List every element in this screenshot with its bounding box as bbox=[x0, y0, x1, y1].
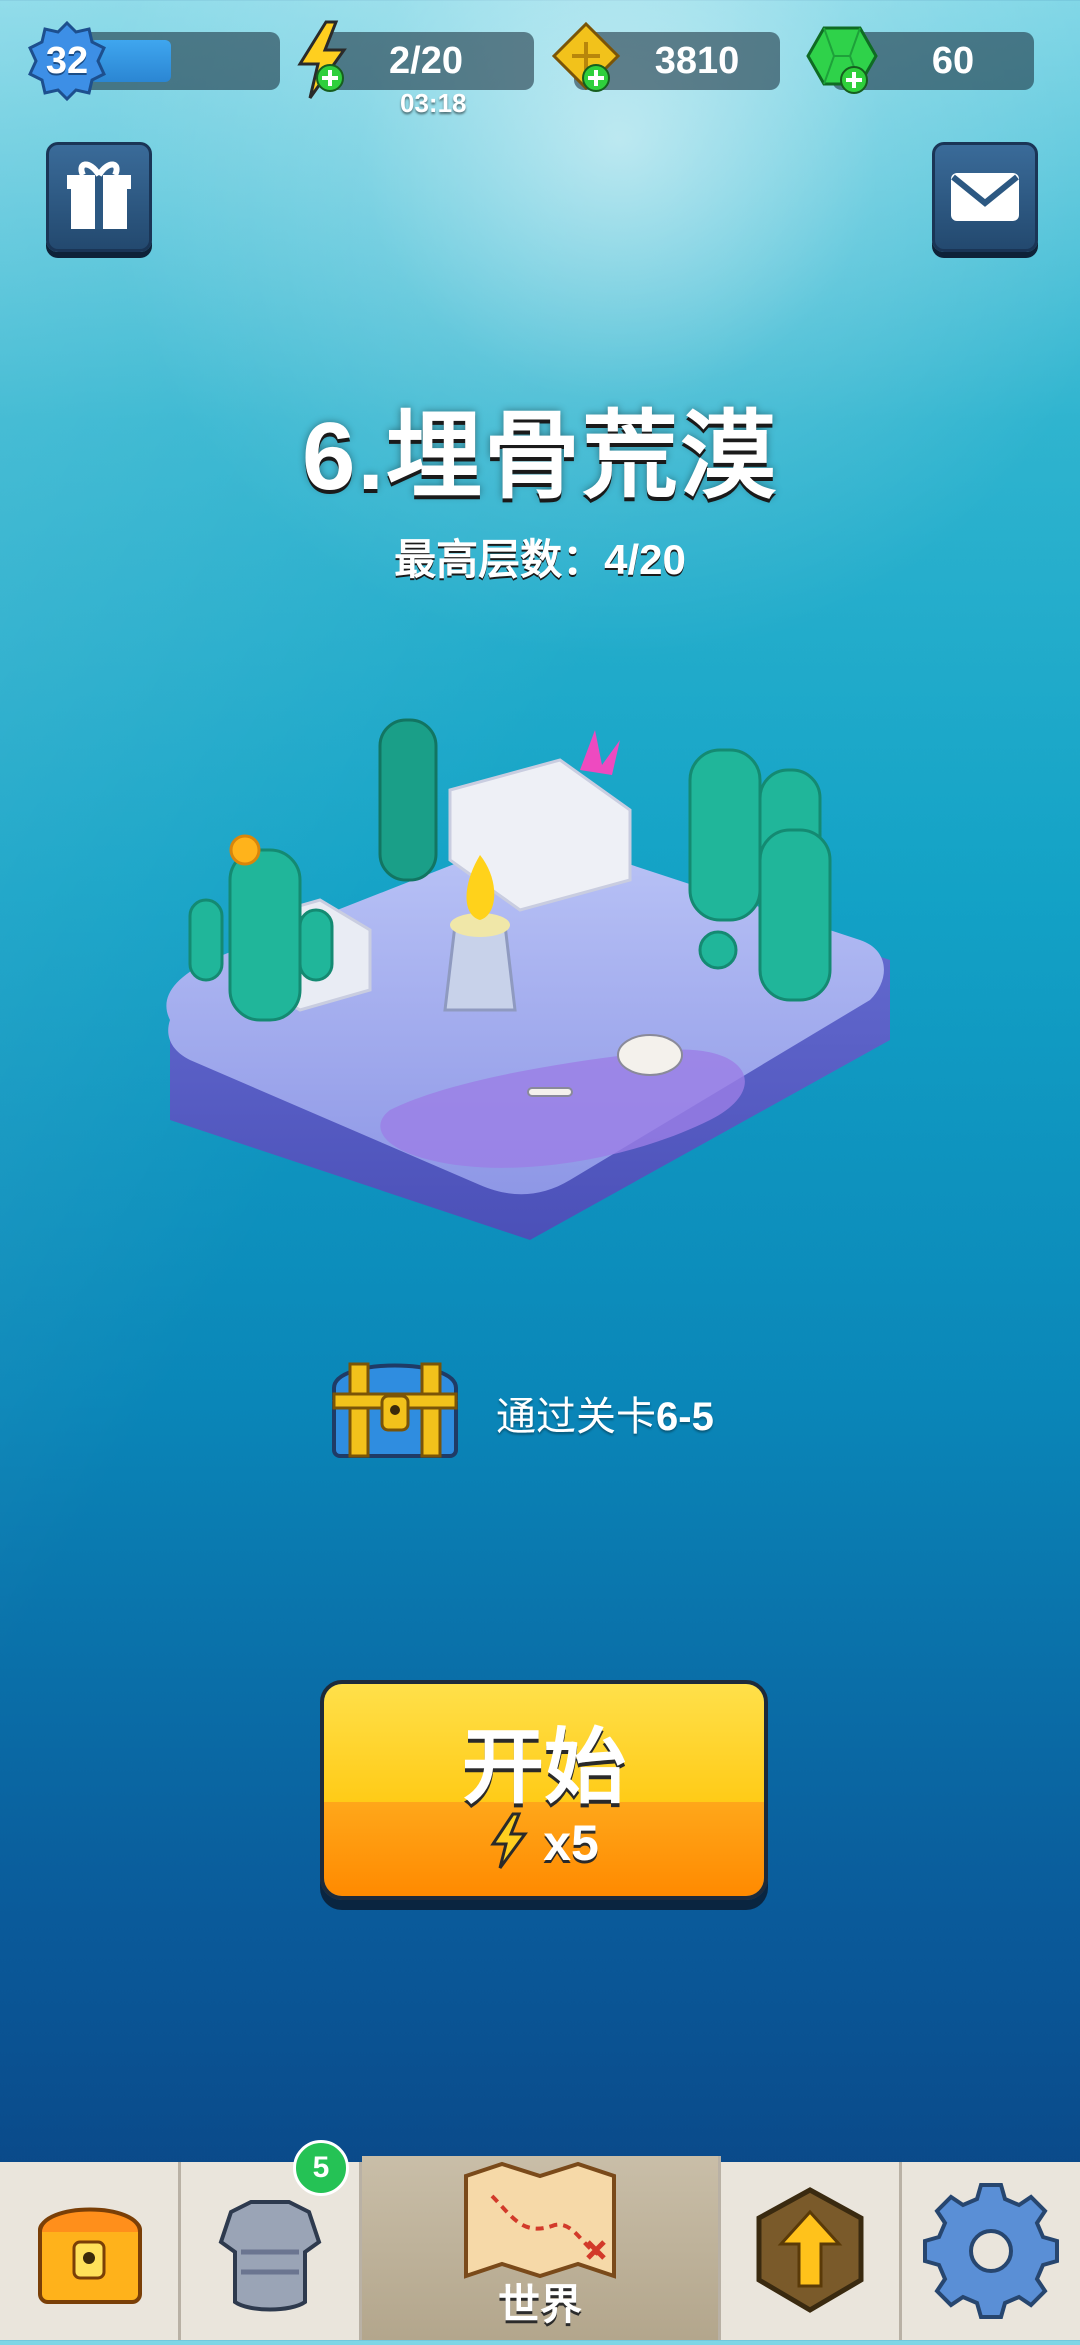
nav-world-label: 世界 bbox=[497, 2281, 582, 2328]
treasure-chest-icon bbox=[332, 1362, 458, 1458]
start-cost-value: x5 bbox=[543, 1815, 599, 1871]
reward-prefix: 通过关卡 bbox=[496, 1395, 656, 1439]
cactus-back bbox=[378, 718, 438, 882]
chest-icon bbox=[38, 2207, 142, 2304]
start-label: 开始 bbox=[461, 1722, 626, 1813]
start-cost: x5 bbox=[324, 1812, 764, 1872]
nav-talent[interactable] bbox=[721, 2162, 902, 2340]
stage-reward[interactable]: 通过关卡6-5 bbox=[320, 1338, 780, 1478]
nav-world[interactable]: 世界 bbox=[362, 2156, 721, 2340]
map-icon bbox=[464, 2161, 616, 2279]
top-hud: 32 2/20 03:18 3810 60 bbox=[0, 20, 1080, 140]
gift-icon bbox=[67, 161, 131, 229]
gear-icon bbox=[923, 2183, 1059, 2319]
equipment-badge: 5 bbox=[293, 2140, 349, 2196]
gem-plus-icon[interactable] bbox=[804, 20, 880, 100]
upgrade-arrow-icon bbox=[756, 2187, 864, 2313]
mail-button[interactable] bbox=[932, 142, 1038, 252]
nav-shop[interactable] bbox=[0, 2162, 181, 2340]
bottom-nav: 5 世界 bbox=[0, 2140, 1080, 2340]
start-button[interactable]: 开始 x5 bbox=[320, 1680, 768, 1900]
cactus-right bbox=[688, 748, 832, 1002]
pink-crystal bbox=[580, 730, 620, 775]
lightning-icon bbox=[490, 1812, 529, 1869]
level-badge[interactable]: 32 bbox=[26, 20, 108, 102]
mail-icon bbox=[951, 173, 1019, 221]
nav-equipment[interactable]: 5 bbox=[181, 2140, 362, 2340]
reward-stage: 6-5 bbox=[656, 1395, 714, 1439]
gift-button[interactable] bbox=[46, 142, 152, 252]
level-number: 32 bbox=[45, 40, 89, 82]
energy-timer: 03:18 bbox=[400, 88, 467, 118]
stage-title: 6.埋骨荒漠 bbox=[301, 403, 779, 510]
best-floor-text: 最高层数：4/20 bbox=[394, 536, 686, 583]
desert-island-illustration[interactable] bbox=[150, 680, 910, 1280]
nav-settings[interactable] bbox=[902, 2162, 1080, 2340]
lightning-plus-icon[interactable] bbox=[292, 20, 352, 100]
reward-condition-text: 通过关卡6-5 bbox=[496, 1384, 714, 1442]
gold-plus-icon[interactable] bbox=[548, 20, 624, 100]
